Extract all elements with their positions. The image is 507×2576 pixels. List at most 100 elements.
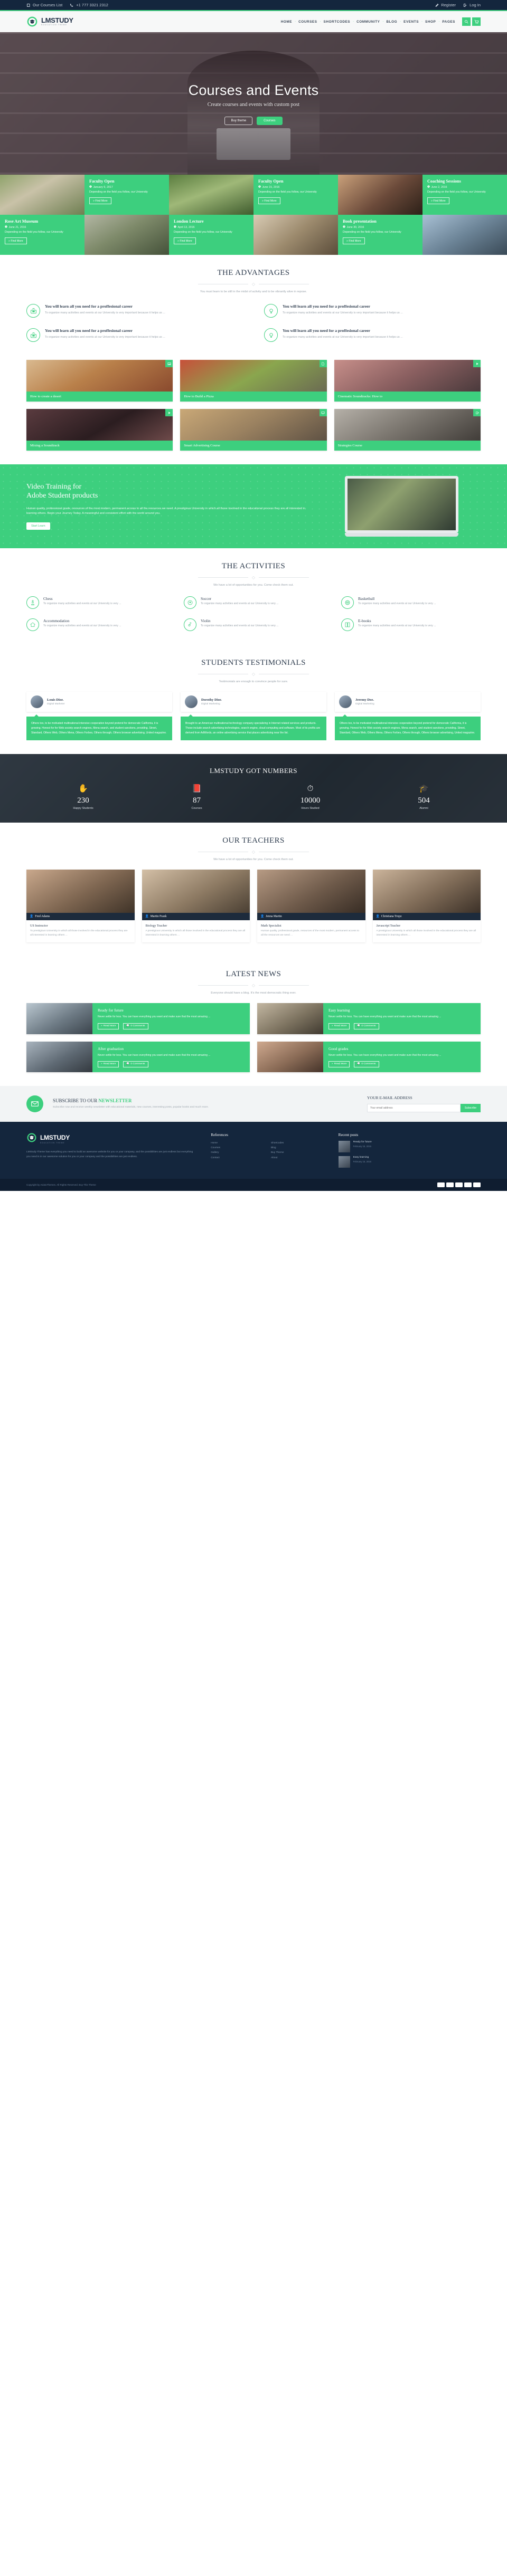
nav-item-blog[interactable]: BLOG xyxy=(383,20,400,24)
read-more-button[interactable]: » Read More xyxy=(328,1023,350,1029)
subscribe-button[interactable]: Subscribe xyxy=(460,1103,481,1112)
courses-button[interactable]: Courses xyxy=(257,116,283,125)
footer-link-about[interactable]: About xyxy=(271,1156,325,1160)
footer-logo[interactable]: LMSTUDY EDUCATION THEME xyxy=(26,1132,197,1146)
course-card[interactable]: Strategies Course xyxy=(334,409,481,451)
course-card[interactable]: Smart Advertising Course xyxy=(180,409,327,451)
event-find-more-button[interactable]: » Find More xyxy=(89,197,111,205)
event-image-5 xyxy=(253,215,338,255)
register-link[interactable]: Register xyxy=(435,3,456,7)
activity-item: Basketball To organize many activities an… xyxy=(341,596,481,609)
news-card[interactable]: Easy learning Never settle for less. You… xyxy=(257,1003,481,1034)
footer-link-home[interactable]: Home xyxy=(211,1141,265,1146)
course-image xyxy=(180,360,327,392)
avatar xyxy=(185,695,198,708)
logo[interactable]: LMSTUDY EDUCATION THEME xyxy=(26,16,73,27)
comments-button[interactable]: 💬 0 Comments xyxy=(354,1061,379,1067)
comments-label: 0 Comments xyxy=(361,1063,376,1066)
news-card[interactable]: Ready for future Never settle for less. … xyxy=(26,1003,250,1034)
event-card-4[interactable]: Rose Art Museum June 21, 2016 Depending … xyxy=(0,215,84,255)
footer-link-gallery[interactable]: Gallery xyxy=(211,1150,265,1155)
comments-button[interactable]: 💬 0 Comments xyxy=(123,1023,148,1029)
event-card-1[interactable]: Faculty Open January 9, 2017 Depending o… xyxy=(84,175,169,215)
activities-section: THE ACTIVITIES ◇ We have a lot of opport… xyxy=(0,548,507,645)
footer-post-item[interactable]: Ready for future February 15, 2016 xyxy=(338,1140,481,1152)
event-date: January 9, 2017 xyxy=(89,185,164,189)
footer-post-title: Easy learning xyxy=(353,1156,369,1159)
nav-item-shop[interactable]: SHOP xyxy=(422,20,438,24)
teacher-card[interactable]: 👤 Jenna Martin Math Specialist Human qua… xyxy=(257,870,365,943)
event-card-2[interactable]: Faculty Open June 15, 2016 Depending on … xyxy=(253,175,338,215)
course-card[interactable]: How to create a desert xyxy=(26,360,173,402)
buy-theme-button[interactable]: Buy theme xyxy=(224,116,253,125)
course-card[interactable]: Cinematic Soundtracks: How to xyxy=(334,360,481,402)
nav-item-courses[interactable]: COURSES xyxy=(296,20,320,24)
news-card[interactable]: Good grades Never settle for less. You c… xyxy=(257,1041,481,1072)
footer-link-blog[interactable]: Blog xyxy=(271,1146,325,1150)
lightbulb-icon xyxy=(264,328,278,342)
read-more-button[interactable]: » Read More xyxy=(328,1061,350,1067)
start-learn-button[interactable]: Start Learn xyxy=(26,522,50,530)
read-more-button[interactable]: » Read More xyxy=(98,1023,119,1029)
event-card-3[interactable]: Coaching Sessions June 2, 2016 Depending… xyxy=(422,175,507,215)
news-image xyxy=(257,1003,323,1034)
news-card-text: Never settle for less. You can have ever… xyxy=(98,1015,211,1019)
teacher-card[interactable]: 👤 Fred Adams US Instructor To prestigiou… xyxy=(26,870,135,943)
nav-item-community[interactable]: COMMUNITY xyxy=(354,20,382,24)
teacher-card[interactable]: 👤 Martin Frank Biology Teacher A prestig… xyxy=(142,870,250,943)
footer-link-contact[interactable]: Contact xyxy=(211,1156,265,1160)
arrow-icon: » xyxy=(332,1063,333,1066)
cap-divider-icon: ◇ xyxy=(251,575,256,580)
event-date-label: June 15, 2016 xyxy=(262,185,280,189)
course-image xyxy=(334,409,481,441)
our-courses-list-link[interactable]: Our Courses List xyxy=(26,3,62,7)
graduation-cap-logo-icon xyxy=(26,1132,37,1146)
nav-item-pages[interactable]: PAGES xyxy=(439,20,458,24)
teacher-card[interactable]: 👤 Christiana Tropz Javascript Teacher A … xyxy=(372,870,481,943)
activity-title: Soccer xyxy=(201,596,212,601)
nav-item-shortcodes[interactable]: SHORTCODES xyxy=(321,20,353,24)
event-card-5[interactable]: London Lecture April 13, 2016 Depending … xyxy=(169,215,253,255)
advantages-section: THE ADVANTAGES ◇ You must learn to be st… xyxy=(0,255,507,356)
image-icon xyxy=(165,360,173,367)
news-card[interactable]: After graduation Never settle for less. … xyxy=(26,1041,250,1072)
event-desc: Depending on the field you follow, our U… xyxy=(5,231,63,234)
testimonial-text: Others too, to be motivated multinationa… xyxy=(26,714,172,740)
testimonial-card: Jeremy Doe. Digital Marketing Others too… xyxy=(335,692,481,740)
email-input[interactable] xyxy=(367,1103,461,1112)
paypal-icon xyxy=(473,1182,481,1187)
footer-link-shortcodes[interactable]: Shortcodes xyxy=(271,1141,325,1146)
nav-item-home[interactable]: HOME xyxy=(278,20,295,24)
cap-divider-icon: ◇ xyxy=(251,672,256,676)
footer-link-buy-theme[interactable]: Buy Theme xyxy=(271,1150,325,1155)
event-card-6[interactable]: Book presentation June 30, 2016 Dependin… xyxy=(338,215,422,255)
comments-button[interactable]: 💬 0 Comments xyxy=(123,1061,148,1067)
subscribe-section: SUBSCRIBE TO OUR NEWSLETTER Subscribe no… xyxy=(0,1085,507,1122)
event-find-more-button[interactable]: » Find More xyxy=(427,197,449,205)
cart-button[interactable] xyxy=(472,17,481,26)
nav-item-events[interactable]: EVENTS xyxy=(401,20,421,24)
footer-references-links: Home Shortcodes Courses Blog Gallery Buy… xyxy=(211,1141,324,1160)
event-find-more-button[interactable]: » Find More xyxy=(174,237,196,245)
read-more-button[interactable]: » Read More xyxy=(98,1061,119,1067)
read-more-label: Read More xyxy=(103,1025,116,1028)
event-find-more-button[interactable]: » Find More xyxy=(5,237,27,245)
news-card-title: After graduation xyxy=(98,1046,124,1051)
phone-link[interactable]: +1 777 3321 2312 xyxy=(70,3,108,7)
login-link[interactable]: Log In xyxy=(463,3,481,7)
numbers-section: LMSTUDY GOT NUMBERS ✋ 230 Happy Students… xyxy=(0,754,507,823)
comments-button[interactable]: 💬 0 Comments xyxy=(354,1023,379,1029)
footer-link-courses[interactable]: Courses xyxy=(211,1146,265,1150)
event-find-more-button[interactable]: » Find More xyxy=(343,237,365,245)
teacher-role: Javascript Teacher xyxy=(376,924,401,928)
search-button[interactable] xyxy=(462,17,471,26)
course-card[interactable]: How to Build a Pizza xyxy=(180,360,327,402)
footer-post-item[interactable]: Easy learning February 15, 2016 xyxy=(338,1156,481,1168)
cap-icon: 🎓 xyxy=(419,784,429,793)
read-more-label: Read More xyxy=(103,1063,116,1066)
event-find-more-button[interactable]: » Find More xyxy=(258,197,280,205)
ebook-icon xyxy=(341,618,354,631)
teacher-name-bar: 👤 Martin Frank xyxy=(142,913,250,920)
event-desc: Depending on the field you follow, our U… xyxy=(89,190,148,194)
course-card[interactable]: Mixing a Soundtrack xyxy=(26,409,173,451)
